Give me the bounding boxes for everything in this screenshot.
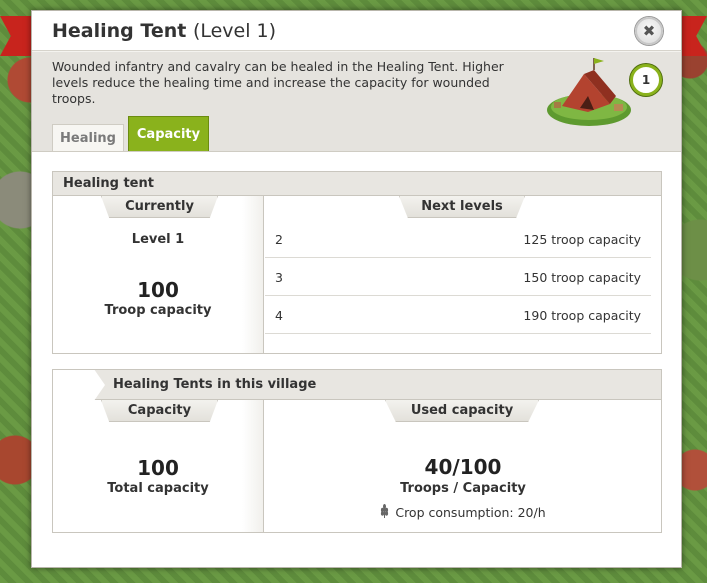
close-button[interactable]: ✖ — [635, 17, 663, 45]
next-level-row: 3 150 troop capacity — [265, 258, 651, 296]
next-levels-header: Next levels — [399, 196, 525, 218]
dialog-title-bar: Healing Tent (Level 1) ✖ — [32, 11, 681, 51]
building-description: Wounded infantry and cavalry can be heal… — [52, 59, 504, 106]
used-capacity-header: Used capacity — [385, 400, 539, 422]
next-level-number: 3 — [275, 270, 283, 285]
village-panel-heading: Healing Tents in this village — [53, 370, 661, 400]
tab-content-capacity: Healing tent Currently Level 1 100 Troop… — [32, 151, 681, 567]
tab-capacity[interactable]: Capacity — [128, 116, 209, 151]
currently-header: Currently — [101, 196, 218, 218]
capacity-header: Capacity — [101, 400, 218, 422]
dialog-title: Healing Tent (Level 1) — [52, 20, 276, 42]
crop-icon — [380, 504, 389, 521]
capacity-separator: / — [452, 455, 460, 479]
crop-consumption-text: Crop consumption: 20/h — [395, 505, 546, 520]
healing-tent-image — [547, 58, 631, 126]
next-level-capacity: 150 troop capacity — [523, 270, 641, 285]
healing-tent-panel: Healing tent Currently Level 1 100 Troop… — [52, 171, 662, 354]
healing-tent-panel-heading: Healing tent — [53, 172, 661, 196]
next-level-row: 4 190 troop capacity — [265, 296, 651, 334]
building-level-badge: 1 — [630, 64, 662, 96]
next-level-number: 2 — [275, 232, 283, 247]
used-capacity-column: Used capacity 40/100 Troops / Capacity C… — [265, 400, 661, 532]
next-level-number: 4 — [275, 308, 283, 323]
max-capacity-value: 100 — [459, 455, 502, 479]
healing-tent-dialog: Healing Tent (Level 1) ✖ Wounded infantr… — [31, 10, 682, 568]
tab-healing[interactable]: Healing — [52, 124, 124, 151]
total-capacity-column: Capacity 100 Total capacity — [53, 400, 264, 532]
village-healing-tents-panel: Healing Tents in this village Capacity 1… — [52, 369, 662, 533]
current-level-column: Currently Level 1 100 Troop capacity — [53, 196, 264, 353]
troops-capacity-label: Troops / Capacity — [400, 481, 526, 496]
next-level-row: 2 125 troop capacity — [265, 220, 651, 258]
next-level-capacity: 190 troop capacity — [523, 308, 641, 323]
total-capacity-label: Total capacity — [107, 481, 209, 496]
crop-consumption: Crop consumption: 20/h — [265, 504, 661, 521]
next-level-capacity: 125 troop capacity — [523, 232, 641, 247]
current-capacity-label: Troop capacity — [104, 303, 212, 318]
village-panel-heading-text: Healing Tents in this village — [113, 377, 317, 392]
next-levels-column: Next levels 2 125 troop capacity 3 150 t… — [265, 196, 661, 353]
heading-arrow-decoration — [53, 370, 105, 400]
total-capacity-value: 100 — [137, 456, 179, 480]
current-capacity-value: 100 — [137, 278, 179, 302]
close-icon: ✖ — [642, 22, 656, 40]
building-level-text: (Level 1) — [192, 20, 277, 42]
current-level-text: Level 1 — [131, 232, 185, 247]
used-capacity-value: 40/100 — [265, 455, 661, 479]
building-name: Healing Tent — [52, 20, 187, 42]
used-troops-value: 40 — [424, 455, 453, 479]
